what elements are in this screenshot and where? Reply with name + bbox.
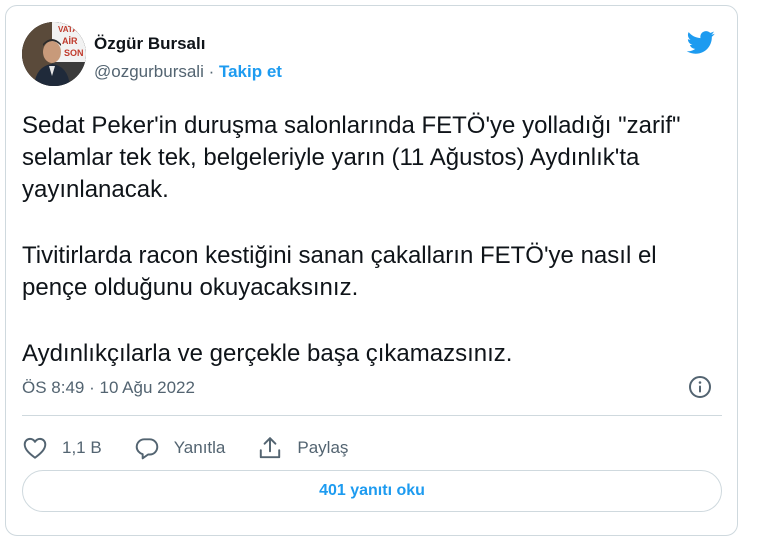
tweet-paragraph-3: Aydınlıkçılarla ve gerçekle başa çıkamaz…: [22, 340, 513, 367]
tweet-paragraph-2: Tivitirlarda racon kestiğini sanan çakal…: [22, 242, 657, 301]
tweet-date[interactable]: 10 Ağu 2022: [99, 378, 194, 397]
share-button[interactable]: Paylaş: [257, 435, 348, 461]
tweet-timestamp[interactable]: ÖS 8:49 · 10 Ağu 2022: [22, 378, 195, 398]
share-upload-icon: [260, 437, 281, 459]
follow-link[interactable]: Takip et: [219, 62, 282, 81]
handle-row: @ozgurbursali · Takip et: [94, 62, 282, 82]
author-name[interactable]: Özgür Bursalı: [94, 34, 205, 54]
date-separator: ·: [84, 378, 100, 397]
reply-button[interactable]: Yanıtla: [134, 435, 226, 461]
speech-bubble-icon: [135, 438, 158, 460]
action-bar: 1,1 B Yanıtla Paylaş: [22, 430, 380, 466]
svg-text:SON: SON: [64, 48, 84, 58]
tweet-card: VATAN AİR SON Özgür Bursalı @ozgurbursal…: [5, 5, 738, 536]
handle-separator: ·: [203, 62, 219, 81]
divider: [22, 415, 722, 416]
avatar-image: VATAN AİR SON: [22, 22, 86, 86]
share-label: Paylaş: [297, 438, 349, 457]
like-count: 1,1 B: [62, 438, 102, 457]
svg-text:AİR: AİR: [62, 36, 78, 46]
tweet-paragraph-1: Sedat Peker'in duruşma salonlarında FETÖ…: [22, 112, 681, 203]
info-icon[interactable]: [688, 375, 712, 399]
tweet-text: Sedat Peker'in duruşma salonlarında FETÖ…: [22, 110, 722, 370]
reply-label: Yanıtla: [173, 438, 226, 457]
heart-icon: [23, 437, 47, 459]
author-handle[interactable]: @ozgurbursali: [94, 62, 204, 81]
twitter-bird-icon[interactable]: [684, 28, 718, 56]
read-replies-button[interactable]: 401 yanıtı oku: [22, 470, 722, 512]
like-button[interactable]: 1,1 B: [22, 435, 102, 461]
svg-text:VATAN: VATAN: [58, 25, 84, 34]
avatar[interactable]: VATAN AİR SON: [22, 22, 86, 86]
tweet-time[interactable]: ÖS 8:49: [22, 378, 84, 397]
